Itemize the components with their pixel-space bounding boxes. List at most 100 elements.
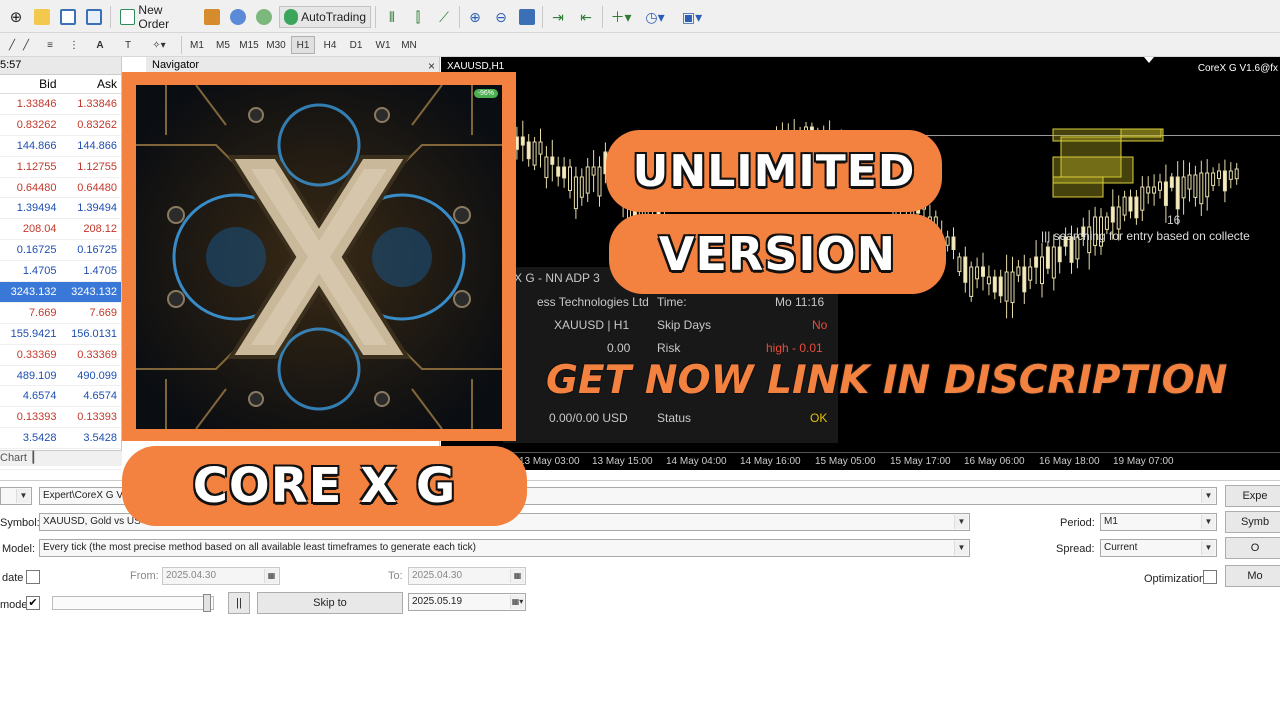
- market-watch-row[interactable]: 208.04 208.12: [0, 219, 121, 241]
- ea-status-label: Status: [657, 411, 692, 425]
- use-date-checkbox[interactable]: [26, 570, 40, 584]
- model-label: Model:: [2, 543, 36, 555]
- market-watch-row[interactable]: 7.669 7.669: [0, 303, 121, 324]
- market-watch-row[interactable]: 155.9421 156.0131: [0, 324, 121, 345]
- bar-chart-icon[interactable]: ⫴: [380, 6, 404, 28]
- pause-button[interactable]: ||: [228, 592, 250, 614]
- line-chart-icon[interactable]: ⟋: [432, 6, 456, 28]
- quote-bid: 4.6574: [22, 390, 57, 403]
- market-watch-row[interactable]: 3243.132 3243.132: [0, 282, 121, 303]
- ea-company: ess Technologies Ltd: [537, 295, 649, 309]
- signal-icon[interactable]: [252, 6, 276, 28]
- market-watch-row[interactable]: 0.83262 0.83262: [0, 115, 121, 136]
- period-select[interactable]: M1 ▼: [1100, 513, 1217, 531]
- col-ask[interactable]: Ask: [61, 75, 122, 93]
- tf-m30[interactable]: M30: [264, 36, 288, 54]
- skip-to-date-field[interactable]: 2025.05.19 ▦▾: [408, 593, 526, 611]
- time-label: 15 May 17:00: [890, 456, 951, 467]
- autotrading-button[interactable]: AutoTrading: [279, 6, 371, 28]
- favorites-icon[interactable]: [30, 6, 54, 28]
- tf-w1[interactable]: W1: [371, 36, 395, 54]
- tile-icon[interactable]: [515, 6, 539, 28]
- zoom-doc-icon[interactable]: [82, 6, 106, 28]
- candles-icon[interactable]: ⫿: [406, 6, 430, 28]
- chevron-down-icon: ▼: [1201, 489, 1215, 503]
- market-watch-row[interactable]: 1.33846 1.33846: [0, 94, 121, 115]
- optimization-checkbox[interactable]: [1203, 570, 1217, 584]
- col-bid[interactable]: Bid: [0, 75, 61, 93]
- from-date-field[interactable]: 2025.04.30 ▦: [162, 567, 280, 585]
- market-watch-row[interactable]: 1.12755 1.12755: [0, 157, 121, 178]
- indicators-icon[interactable]: ＋▾: [606, 6, 636, 28]
- market-watch-row[interactable]: 489.109 490.099: [0, 366, 121, 387]
- product-thumbnail: -96%: [136, 85, 502, 429]
- model-select[interactable]: Every tick (the most precise method base…: [39, 539, 970, 557]
- candle-body: [1217, 170, 1221, 179]
- market-watch-row[interactable]: 0.13393 0.13393: [0, 407, 121, 429]
- quote-ask: 0.33369: [77, 348, 117, 361]
- arrows-icon[interactable]: ✧▾: [144, 36, 174, 54]
- autoscroll-icon[interactable]: ⇥: [546, 6, 570, 28]
- level-number: 16: [1167, 213, 1181, 227]
- symbol-properties-button[interactable]: Symb: [1225, 511, 1280, 533]
- fibo-icon[interactable]: ⋮: [62, 36, 86, 54]
- market-icon[interactable]: [200, 6, 224, 28]
- to-date-field[interactable]: 2025.04.30 ▦: [408, 567, 526, 585]
- chart-tab[interactable]: Chart ┃: [0, 450, 122, 466]
- market-watch-row[interactable]: 0.16725 0.16725: [0, 240, 121, 262]
- quote-ask: 1.33846: [77, 98, 117, 110]
- candle-body: [1158, 181, 1162, 191]
- tf-mn[interactable]: MN: [397, 36, 421, 54]
- speed-slider[interactable]: [52, 594, 214, 612]
- zoom-out-icon[interactable]: ⊖: [489, 6, 513, 28]
- expert-properties-button[interactable]: Expe: [1225, 485, 1280, 507]
- tf-h1[interactable]: H1: [291, 36, 315, 54]
- market-watch-row[interactable]: 3.5428 3.5428: [0, 428, 121, 450]
- modify-button[interactable]: Mo: [1225, 565, 1280, 587]
- chevron-down-icon: ▼: [1201, 541, 1215, 555]
- market-watch-row[interactable]: 1.39494 1.39494: [0, 198, 121, 220]
- expert-type-select[interactable]: ▼: [0, 487, 32, 505]
- market-watch-row[interactable]: 0.33369 0.33369: [0, 345, 121, 366]
- people-icon[interactable]: [226, 6, 250, 28]
- market-watch-row[interactable]: 4.6574 4.6574: [0, 386, 121, 408]
- quote-ask: 0.83262: [77, 118, 117, 131]
- unlimited-pill: UNLIMITED: [606, 130, 942, 212]
- time-label: 13 May 15:00: [592, 456, 653, 467]
- candle-body: [520, 136, 525, 146]
- text-label-icon[interactable]: T: [116, 36, 140, 54]
- skip-to-button[interactable]: Skip to: [257, 592, 403, 614]
- market-watch-row[interactable]: 1.4705 1.4705: [0, 261, 121, 283]
- visual-mode-checkbox[interactable]: ✔: [26, 596, 40, 610]
- candle-body: [975, 266, 980, 280]
- market-watch-row[interactable]: 0.64480 0.64480: [0, 178, 121, 199]
- trendline-icon[interactable]: ╱: [14, 36, 38, 54]
- visual-mode-label: mode: [0, 599, 28, 611]
- open-chart-button[interactable]: O: [1225, 537, 1280, 559]
- quote-ask: 144.866: [77, 139, 117, 152]
- candle-body: [585, 166, 590, 194]
- candle-body: [568, 166, 572, 191]
- chart-shift-icon[interactable]: ⇤: [574, 6, 598, 28]
- tf-d1[interactable]: D1: [344, 36, 368, 54]
- tf-m15[interactable]: M15: [237, 36, 261, 54]
- spread-select[interactable]: Current ▼: [1100, 539, 1217, 557]
- candle-body: [544, 156, 549, 179]
- hline-icon[interactable]: ≡: [38, 36, 62, 54]
- zoom-in-icon[interactable]: ⊕: [463, 6, 487, 28]
- periods-icon[interactable]: ◷▾: [640, 6, 670, 28]
- tf-h4[interactable]: H4: [318, 36, 342, 54]
- slider-handle[interactable]: [203, 594, 211, 612]
- market-watch-row[interactable]: 144.866 144.866: [0, 136, 121, 157]
- quote-bid: 1.12755: [16, 160, 57, 173]
- new-order-button[interactable]: New Order: [115, 3, 199, 31]
- market-watch-columns: Bid Ask: [0, 75, 121, 94]
- text-tool-icon[interactable]: A: [88, 36, 112, 54]
- candle-body: [1152, 186, 1157, 194]
- crosshair-icon[interactable]: ⊕: [4, 6, 28, 28]
- window-icon[interactable]: [56, 6, 80, 28]
- tf-m5[interactable]: M5: [211, 36, 235, 54]
- templates-icon[interactable]: ▣▾: [676, 6, 708, 28]
- candle-body: [591, 166, 596, 176]
- tf-m1[interactable]: M1: [185, 36, 209, 54]
